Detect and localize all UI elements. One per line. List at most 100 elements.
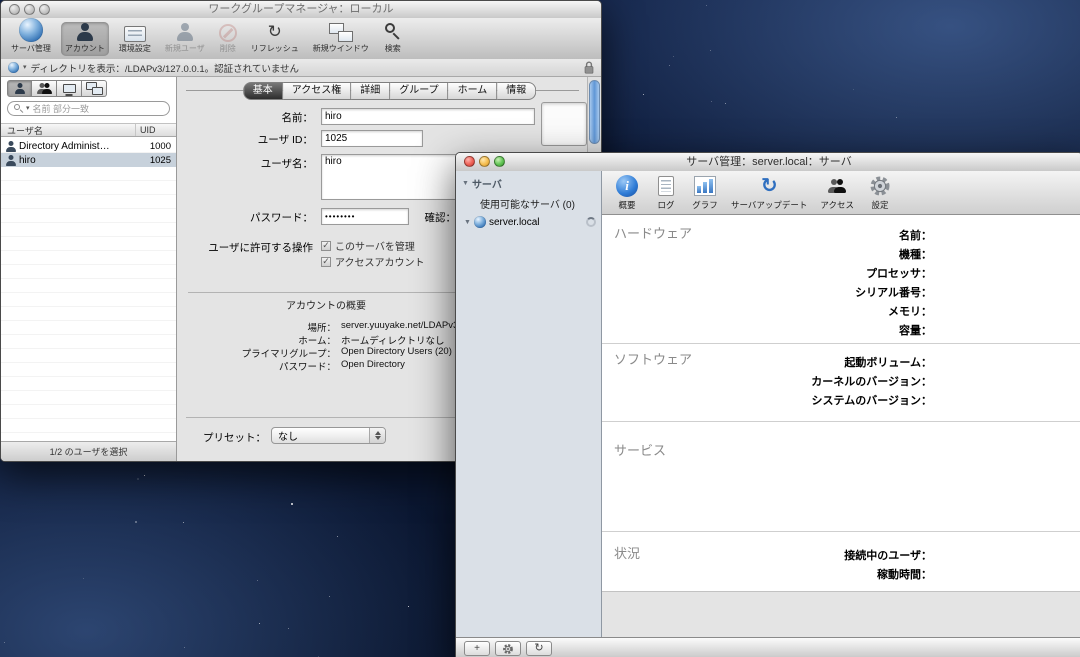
summary-label: パスワード： [178, 359, 336, 373]
tab-computer-groups[interactable] [82, 80, 107, 97]
column-username[interactable]: ユーザ名 [1, 124, 136, 136]
tab-info[interactable]: 情報 [497, 82, 536, 100]
tab-advanced[interactable]: 詳細 [351, 82, 390, 100]
update-arrows-icon: ↻ [761, 174, 778, 198]
section-title-software: ソフトウェア [614, 349, 692, 368]
user-id-field[interactable]: 1025 [321, 130, 423, 147]
zoom-button[interactable] [494, 156, 505, 167]
list-item[interactable]: Directory Administ… 1000 [1, 139, 176, 153]
field-label: 稼動時間： [844, 566, 932, 585]
short-name-label: ユーザ名： [181, 156, 313, 171]
toolbar-delete-button: 削除 [215, 22, 241, 56]
checkbox-access-account[interactable]: ✓ [321, 257, 331, 267]
refresh-button[interactable]: ↻ [526, 641, 552, 656]
zoom-button[interactable] [39, 4, 50, 15]
user-icon [5, 141, 16, 152]
toolbar-accounts-button[interactable]: アカウント [61, 22, 109, 56]
scroll-thumb[interactable] [589, 80, 600, 144]
toolbar-server-admin-button[interactable]: サーバ管理 [7, 22, 55, 56]
section-divider [602, 421, 1080, 422]
toolbar-settings-button[interactable]: 設定 [867, 174, 893, 211]
field-label: メモリ： [855, 303, 932, 322]
user-icon [14, 83, 25, 94]
bar-chart-icon [694, 174, 716, 198]
toolbar-label: サーバ管理 [11, 43, 51, 54]
user-list[interactable]: Directory Administ… 1000 hiro 1025 [1, 139, 176, 441]
toolbar-label: 新規ウインドウ [313, 43, 369, 54]
sa-window-title: サーバ管理：server.local：サーバ [456, 153, 1080, 171]
tab-computers[interactable] [57, 80, 82, 97]
summary-value: ホームディレクトリなし [341, 333, 445, 347]
preferences-icon [124, 24, 146, 42]
summary-divider [188, 292, 464, 293]
disclosure-triangle-icon[interactable]: ▼ [462, 180, 469, 187]
toolbar-refresh-button[interactable]: ↻ リフレッシュ [247, 22, 303, 56]
toolbar-label: アカウント [65, 43, 105, 54]
picture-well[interactable] [541, 102, 587, 146]
refresh-icon: ↻ [268, 22, 282, 42]
toolbar-search-button[interactable]: 検索 [379, 22, 407, 56]
auth-lock-icon[interactable] [584, 61, 594, 74]
toolbar-label: 検索 [385, 43, 401, 54]
sidebar-search-input[interactable]: ▾ 名前 部分一致 [7, 101, 170, 116]
toolbar-logs-button[interactable]: ログ [653, 174, 679, 211]
toolbar-preferences-button[interactable]: 環境設定 [115, 22, 155, 56]
field-label: プロセッサ： [855, 265, 932, 284]
tab-privileges[interactable]: アクセス権 [283, 82, 352, 100]
directory-bar: ▾ ディレクトリを表示：/LDAPv3/127.0.0.1。認証されていません [1, 59, 601, 77]
chevron-down-icon: ▾ [23, 64, 27, 71]
available-servers-item[interactable]: 使用可能なサーバ (0) [456, 193, 601, 214]
toolbar-server-update-button[interactable]: ↻ サーバアップデート [731, 174, 807, 211]
minimize-button[interactable] [479, 156, 490, 167]
toolbar-access-button[interactable]: アクセス [820, 174, 854, 211]
toolbar-overview-button[interactable]: i 概要 [614, 174, 640, 211]
add-server-button[interactable]: + [464, 641, 490, 656]
tab-basic[interactable]: 基本 [243, 82, 283, 100]
checkbox-label: このサーバを管理 [335, 238, 415, 253]
name-field[interactable]: hiro [321, 108, 535, 125]
search-icon [14, 104, 23, 113]
sa-sidebar: ▼ サーバ 使用可能なサーバ (0) ▼ server.local [456, 171, 602, 637]
tab-users[interactable] [7, 80, 32, 97]
column-uid[interactable]: UID [136, 125, 176, 135]
close-button[interactable] [9, 4, 20, 15]
server-admin-globe-icon [19, 20, 43, 42]
search-icon [383, 22, 403, 42]
wgm-titlebar[interactable]: ワークグループマネージャ：ローカル [1, 1, 601, 19]
password-field[interactable]: •••••••• [321, 208, 409, 225]
computer-group-icon [86, 82, 103, 95]
action-gear-button[interactable] [495, 641, 521, 656]
directory-globe-icon[interactable] [8, 62, 19, 73]
section-title-status: 状況 [614, 543, 640, 562]
tab-groups[interactable]: グループ [390, 82, 448, 100]
name-label: 名前： [181, 110, 313, 125]
disclosure-triangle-icon[interactable]: ▼ [464, 219, 471, 226]
summary-label: プライマリグループ： [178, 346, 336, 360]
chevron-down-icon: ▾ [26, 105, 30, 112]
toolbar-new-window-button[interactable]: 新規ウインドウ [309, 22, 373, 56]
status-labels: 接続中のユーザ： 稼動時間： [844, 547, 932, 585]
checkbox-administer-server[interactable]: ✓ [321, 241, 331, 251]
gear-icon [502, 643, 514, 655]
tab-home[interactable]: ホーム [449, 82, 498, 100]
password-label: パスワード： [181, 210, 313, 225]
toolbar-label: サーバアップデート [731, 199, 807, 211]
tab-groups[interactable] [32, 80, 57, 97]
user-list-header[interactable]: ユーザ名 UID [1, 123, 176, 137]
list-item-selected[interactable]: hiro 1025 [1, 153, 176, 167]
toolbar-label: ログ [657, 199, 674, 211]
minimize-button[interactable] [24, 4, 35, 15]
field-label: 起動ボリューム： [811, 354, 932, 373]
toolbar-new-user-button: 新規ユーザ [161, 22, 209, 56]
preset-value: なし [272, 428, 369, 443]
toolbar-graphs-button[interactable]: グラフ [692, 174, 718, 211]
sidebar-item-server-local[interactable]: ▼ server.local [456, 214, 601, 230]
sa-titlebar[interactable]: サーバ管理：server.local：サーバ [456, 153, 1080, 172]
sidebar-group-servers[interactable]: ▼ サーバ [456, 171, 601, 193]
sa-bottom-bar: + ↻ [456, 637, 1080, 657]
checkbox-row: ✓ このサーバを管理 [321, 238, 415, 253]
form-tabs: 基本 アクセス権 詳細 グループ ホーム 情報 [243, 82, 537, 100]
close-button[interactable] [464, 156, 475, 167]
preset-popup[interactable]: なし [271, 427, 386, 444]
user-name: Directory Administ… [19, 141, 137, 152]
